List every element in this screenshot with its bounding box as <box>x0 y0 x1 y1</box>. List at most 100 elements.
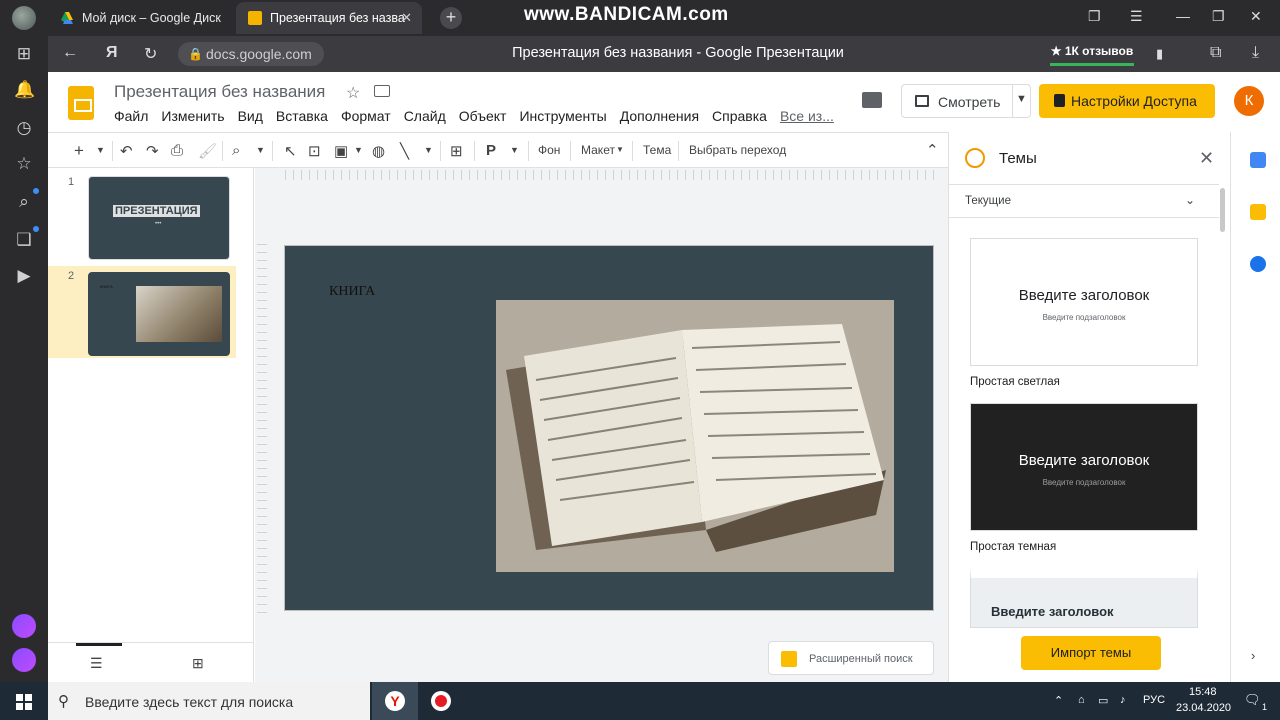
new-slide-icon[interactable]: + <box>74 141 84 161</box>
close-icon[interactable]: ✕ <box>1199 148 1214 169</box>
tab-presentation[interactable]: Презентация без назва ✕ <box>236 2 422 34</box>
explore-button[interactable]: Расширенный поиск <box>768 641 934 675</box>
comment-add-icon[interactable]: ⊞ <box>450 142 463 160</box>
input-tools-icon[interactable]: P <box>486 142 496 159</box>
menu-addons[interactable]: Дополнения <box>620 108 699 124</box>
slide-thumbnail-1[interactable]: ПРЕЗЕНТАЦИЯ ••• <box>88 176 230 260</box>
collections-sidebar-icon[interactable]: ❑ <box>14 230 34 250</box>
image-icon[interactable]: ▣ <box>334 142 348 160</box>
slide-text-box[interactable]: КНИГА <box>329 284 375 300</box>
document-title[interactable]: Презентация без названия <box>114 82 325 102</box>
volume-icon[interactable]: ♪ <box>1120 694 1126 706</box>
shape-icon[interactable]: ◍ <box>372 142 385 160</box>
keep-icon[interactable] <box>1250 204 1266 220</box>
tasks-icon[interactable] <box>1250 256 1266 272</box>
menu-file[interactable]: Файл <box>114 108 148 124</box>
alice-assistant-icon[interactable] <box>12 614 36 638</box>
star-icon[interactable]: ☆ <box>346 83 360 103</box>
menu-view[interactable]: Вид <box>238 108 263 124</box>
paint-format-icon[interactable]: 🖌 <box>198 142 217 160</box>
menu-icon[interactable]: ☰ <box>1130 8 1143 25</box>
collapse-icon[interactable]: ⌃ <box>926 141 939 159</box>
profile-avatar[interactable] <box>12 6 36 30</box>
taskbar-search[interactable]: ⚲ Введите здесь текст для поиска <box>48 682 370 720</box>
notification-center-icon[interactable]: 🗨 <box>1244 692 1261 708</box>
download-icon[interactable]: ⤓ <box>1252 44 1259 62</box>
menu-insert[interactable]: Вставка <box>276 108 328 124</box>
zoom-icon[interactable]: ⌕ <box>232 142 240 159</box>
play-icon[interactable]: ▶ <box>14 266 34 286</box>
book-image[interactable] <box>496 300 894 572</box>
move-folder-icon[interactable] <box>374 85 390 97</box>
current-themes-dropdown[interactable]: Текущие ⌄ <box>949 184 1219 218</box>
slides-logo-icon[interactable] <box>68 86 94 120</box>
scrollbar[interactable] <box>1220 188 1225 232</box>
layout-button[interactable]: Макет <box>581 143 615 157</box>
print-icon[interactable]: ⎙ <box>171 142 183 159</box>
user-avatar[interactable]: К <box>1234 86 1264 116</box>
chevron-down-icon[interactable]: ▼ <box>424 145 433 155</box>
bookmark-icon[interactable]: ▮ <box>1156 46 1163 62</box>
chevron-down-icon[interactable]: ▼ <box>1016 93 1027 105</box>
windows-start-icon[interactable] <box>16 694 32 710</box>
slide-canvas-area: КНИГА Расширенный поиск <box>255 168 948 682</box>
restore-icon[interactable]: ❐ <box>1212 8 1225 25</box>
background-button[interactable]: Фон <box>538 143 560 157</box>
line-icon[interactable]: ╲ <box>400 142 409 160</box>
menu-format[interactable]: Формат <box>341 108 391 124</box>
notifications-icon[interactable]: 🔔 <box>14 80 35 100</box>
collections-icon[interactable]: ⧉ <box>1210 44 1221 62</box>
chevron-down-icon[interactable]: ▼ <box>256 145 265 155</box>
chevron-down-icon[interactable]: ▼ <box>510 145 519 155</box>
comments-icon[interactable] <box>862 92 882 108</box>
filmstrip-view-icon[interactable]: ☰ <box>90 655 103 672</box>
reviews-badge[interactable]: ★ 1К отзывов <box>1050 40 1134 66</box>
slide-thumbnail-2[interactable]: КНИГА <box>88 272 230 356</box>
theme-card-simple-dark[interactable]: Введите заголовок Введите подзаголовок <box>970 403 1198 531</box>
battery-icon[interactable]: ▭ <box>1098 694 1108 707</box>
redo-icon[interactable]: ↷ <box>146 142 159 160</box>
theme-card-streamline[interactable]: Введите заголовок <box>970 568 1198 628</box>
recording-watermark: www.BANDICAM.com <box>524 4 729 25</box>
select-icon[interactable]: ↖ <box>284 142 297 160</box>
undo-icon[interactable]: ↶ <box>120 142 133 160</box>
share-button[interactable]: Настройки Доступа <box>1039 84 1215 118</box>
calendar-icon[interactable] <box>1250 152 1266 168</box>
view-toggle: ☰ ⊞ <box>48 642 254 682</box>
chevron-right-icon[interactable]: › <box>1251 648 1255 663</box>
menu-object[interactable]: Объект <box>459 108 507 124</box>
bookmarks-icon[interactable]: ❐ <box>1088 8 1101 25</box>
present-button[interactable]: Смотреть ▼ <box>901 84 1031 118</box>
slide-editor[interactable]: КНИГА <box>284 245 934 611</box>
grid-view-icon[interactable]: ⊞ <box>192 655 204 672</box>
taskbar-bandicam[interactable] <box>418 682 464 720</box>
taskbar-yandex-browser[interactable]: Y <box>372 682 418 720</box>
menu-slide[interactable]: Слайд <box>404 108 446 124</box>
transition-button[interactable]: Выбрать переход <box>689 143 786 157</box>
search-page-icon[interactable]: ⌕ <box>14 192 34 212</box>
tray-expand-icon[interactable]: ⌃ <box>1054 694 1063 707</box>
history-icon[interactable]: ◷ <box>14 118 34 138</box>
voice-assistant-icon[interactable] <box>12 648 36 672</box>
minimize-icon[interactable]: — <box>1176 8 1190 24</box>
chevron-down-icon[interactable]: ▼ <box>96 145 105 155</box>
close-window-icon[interactable]: ✕ <box>1250 8 1262 25</box>
network-icon[interactable]: ⌂ <box>1078 694 1085 706</box>
chevron-down-icon[interactable]: ▼ <box>354 145 363 155</box>
menu-help[interactable]: Справка <box>712 108 767 124</box>
favorites-icon[interactable]: ☆ <box>14 154 34 174</box>
import-theme-button[interactable]: Импорт темы <box>1021 636 1161 670</box>
language-indicator[interactable]: РУС <box>1143 694 1165 706</box>
theme-card-simple-light[interactable]: Введите заголовок Введите подзаголовок <box>970 238 1198 366</box>
menu-tools[interactable]: Инструменты <box>519 108 606 124</box>
new-tab-button[interactable]: + <box>440 7 462 29</box>
taskbar-search-placeholder: Введите здесь текст для поиска <box>85 694 294 710</box>
tab-google-drive[interactable]: Мой диск – Google Диск <box>48 2 232 34</box>
text-box-icon[interactable]: ⊡ <box>308 142 321 160</box>
menu-edit[interactable]: Изменить <box>161 108 224 124</box>
apps-grid-icon[interactable]: ⊞ <box>14 44 34 64</box>
chevron-down-icon[interactable]: ▼ <box>616 145 624 154</box>
theme-button[interactable]: Тема <box>643 143 671 157</box>
last-edit-link[interactable]: Все из... <box>780 108 834 124</box>
tab-close-icon[interactable]: ✕ <box>401 10 412 26</box>
